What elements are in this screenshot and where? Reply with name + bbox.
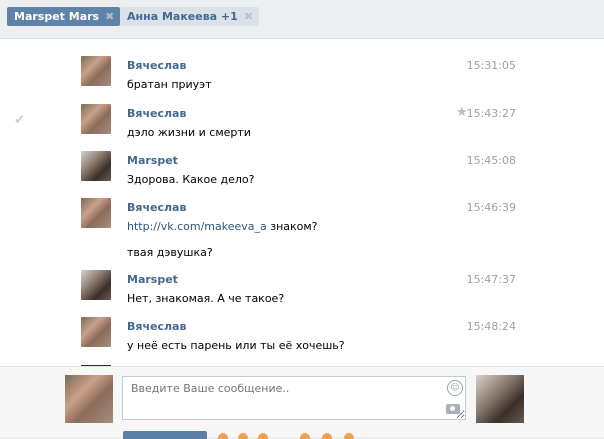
close-icon[interactable]: ✖ <box>244 7 253 26</box>
avatar[interactable] <box>81 270 111 300</box>
message-text: у неё есть парень или ты её хочешь? <box>127 339 345 352</box>
message-author[interactable]: Вячеслав <box>127 320 186 333</box>
message-author[interactable]: Вячеслав <box>127 107 186 120</box>
message-time: 15:31:05 <box>466 59 516 72</box>
message-text: братан приуэт <box>127 78 212 91</box>
message-author[interactable]: Marspet <box>127 154 178 167</box>
send-button[interactable] <box>123 431 207 439</box>
emoji-icon[interactable] <box>238 433 248 439</box>
message-composer: ☺ <box>0 366 604 439</box>
camera-icon[interactable] <box>446 404 460 414</box>
tab-label: Marspet Mars <box>14 10 100 23</box>
message-text: Нет, знакомая. А че такое? <box>127 292 285 305</box>
message-text: дэло жизни и смерти <box>127 126 251 139</box>
close-icon[interactable]: ✖ <box>105 7 114 26</box>
message-time: 15:48:24 <box>466 320 516 333</box>
avatar[interactable] <box>81 317 111 347</box>
message-author[interactable]: Marspet <box>127 273 178 286</box>
message-text: твая дэвушка? <box>127 246 213 259</box>
message-author[interactable]: Вячеслав <box>127 59 186 72</box>
avatar[interactable] <box>81 151 111 181</box>
dialog-tabs: Marspet Mars ✖ Анна Макеева +1 ✖ <box>0 0 604 38</box>
emoji-icon[interactable] <box>344 433 354 439</box>
message-time: 15:47:37 <box>466 273 516 286</box>
message-time: 15:43:27 <box>466 107 516 120</box>
smile-icon[interactable]: ☺ <box>447 380 463 396</box>
my-avatar[interactable] <box>65 375 113 423</box>
emoji-icon[interactable] <box>322 433 332 439</box>
emoji-icon[interactable] <box>258 433 268 439</box>
avatar[interactable] <box>81 198 111 228</box>
avatar[interactable] <box>81 56 111 86</box>
read-check-icon[interactable]: ✔ <box>14 113 25 128</box>
peer-avatar[interactable] <box>476 375 524 423</box>
emoji-icon[interactable] <box>218 433 228 439</box>
message-time: 15:46:39 <box>466 201 516 214</box>
message-text: http://vk.com/makeeva_a знаком? <box>127 220 318 233</box>
message-text: Здорова. Какое дело? <box>127 173 255 186</box>
emoji-icon[interactable] <box>300 433 310 439</box>
message-link[interactable]: http://vk.com/makeeva_a <box>127 220 267 233</box>
message-history[interactable]: Вячеслав 15:31:05 братан приуэт ✔ Вячесл… <box>0 38 604 367</box>
message-time: 15:45:08 <box>466 154 516 167</box>
message-author[interactable]: Вячеслав <box>127 201 186 214</box>
tab-marspet-mars[interactable]: Marspet Mars ✖ <box>7 7 121 26</box>
tab-label: Анна Макеева +1 <box>127 10 238 23</box>
message-text-suffix: знаком? <box>266 220 318 233</box>
tab-anna-makeeva[interactable]: Анна Макеева +1 ✖ <box>120 7 260 26</box>
avatar[interactable] <box>81 104 111 134</box>
message-input[interactable] <box>122 376 466 420</box>
